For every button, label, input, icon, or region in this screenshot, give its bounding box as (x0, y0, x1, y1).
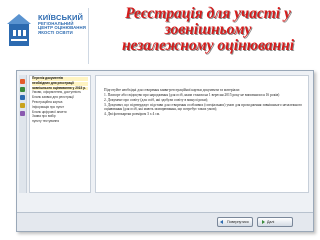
toolbar-strip (19, 75, 27, 193)
content-item-2: 2. Документ про освіту (для осіб, які зд… (104, 98, 208, 102)
navigation-tree: Перелік документів необхідних для реєстр… (29, 75, 91, 193)
content-item-4: 4. Дві фотокартки розміром 3 х 4 см. (104, 112, 160, 117)
back-button-label: Повернутися (227, 220, 249, 224)
content-item-3: 3. Документ, що підтверджує підстави для… (104, 103, 302, 112)
back-button[interactable]: Повернутися (217, 217, 253, 227)
tree-item[interactable]: Інформація про пункт (32, 105, 88, 110)
title-line-1: Реєстрація для участі у (125, 5, 291, 22)
app-window: Перелік документів необхідних для реєстр… (16, 70, 314, 232)
info-icon[interactable] (20, 95, 25, 100)
logo: КИЇВСЬКИЙ РЕГІОНАЛЬНИЙ ЦЕНТР ОЦІНЮВАННЯ … (0, 4, 86, 68)
logo-emblem-icon (7, 14, 31, 46)
content-pane: Підготуйте необхідні для створення заяви… (95, 75, 309, 193)
home-icon[interactable] (20, 79, 25, 84)
title-line-3: незалежному оцінюванні (121, 37, 295, 54)
title-line-2: зовнішньому (164, 21, 252, 38)
header-divider (88, 8, 89, 64)
next-button-label: Далі (267, 220, 275, 224)
arrow-left-icon (220, 220, 223, 224)
content-item-1: 1. Паспорт або свідоцтво про народження … (104, 93, 280, 97)
next-button[interactable]: Далі (257, 217, 293, 227)
app-body: Перелік документів необхідних для реєстр… (17, 71, 313, 213)
tree-item[interactable]: пункту тестування (32, 119, 88, 124)
content-intro: Підготуйте необхідні для створення заяви… (104, 88, 240, 92)
slide-title: Реєстрація для участі у зовнішньому неза… (96, 6, 320, 54)
logo-line-4: ЯКОСТІ ОСВІТИ (38, 29, 73, 35)
button-bar: Повернутися Далі (17, 212, 313, 231)
arrow-right-icon (262, 220, 265, 224)
logo-text: КИЇВСЬКИЙ РЕГІОНАЛЬНИЙ ЦЕНТР ОЦІНЮВАННЯ … (38, 14, 88, 35)
document-icon[interactable] (20, 87, 25, 92)
help-icon[interactable] (20, 111, 25, 116)
folder-icon[interactable] (20, 103, 25, 108)
